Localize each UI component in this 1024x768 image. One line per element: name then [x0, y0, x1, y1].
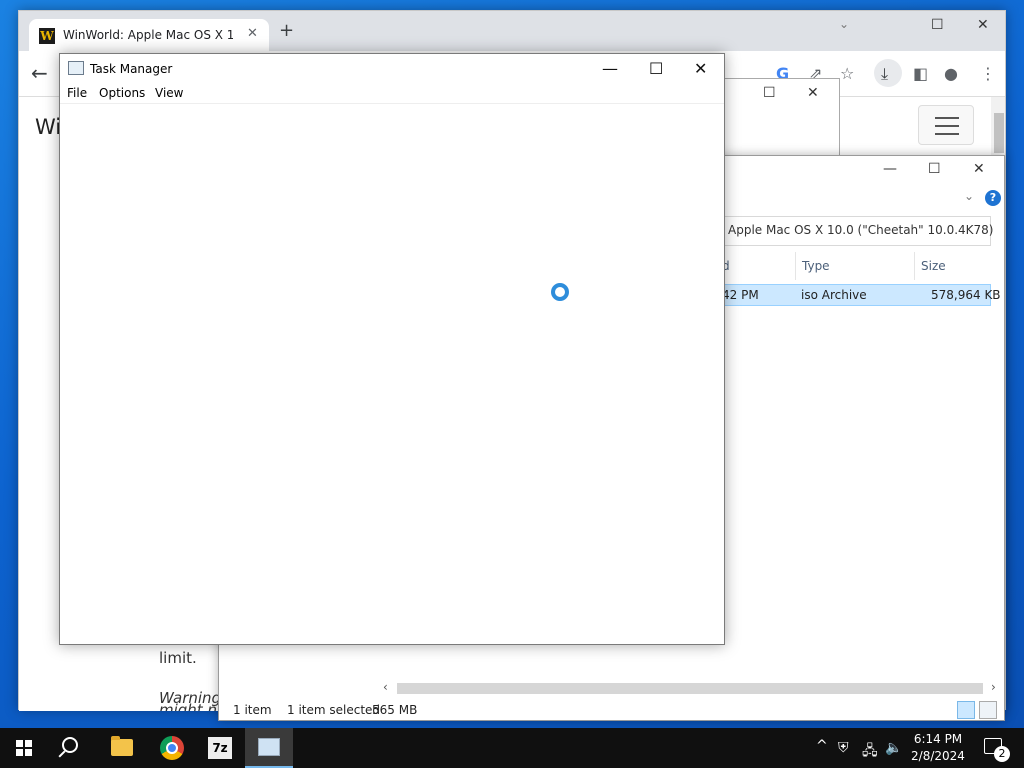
column-header-size[interactable]: Size — [921, 252, 946, 280]
dialog-maximize-button[interactable]: ☐ — [763, 85, 776, 101]
chrome-icon — [160, 736, 184, 760]
loading-spinner-icon — [551, 283, 569, 301]
maximize-button[interactable]: ☐ — [649, 59, 663, 78]
clock-time: 6:14 PM — [913, 732, 963, 746]
hamburger-menu-button[interactable] — [918, 105, 974, 145]
taskbar: 7z ^ ⛨ 🖧 🔈 6:14 PM 2/8/2024 2 — [0, 728, 1024, 768]
file-size-cell: 578,964 KB — [931, 288, 1001, 302]
selected-size: 565 MB — [372, 703, 418, 717]
tab-search-icon[interactable]: ⌄ — [839, 17, 849, 31]
winworld-favicon-icon: W — [39, 28, 55, 44]
help-icon[interactable]: ? — [985, 190, 1001, 206]
column-header-type[interactable]: Type — [802, 252, 830, 280]
back-arrow-icon[interactable]: ← — [31, 61, 48, 85]
clock-date: 2/8/2024 — [911, 749, 965, 763]
horizontal-scrollbar[interactable]: ‹ › — [379, 680, 1001, 696]
explorer-maximize-button[interactable]: ☐ — [928, 161, 941, 177]
more-icon[interactable]: ⋮ — [980, 64, 996, 83]
scroll-left-icon[interactable]: ‹ — [383, 680, 388, 694]
search-icon — [62, 737, 78, 753]
file-type-cell: iso Archive — [801, 288, 867, 302]
tray-overflow-chevron-icon[interactable]: ^ — [816, 738, 828, 754]
page-scroll-thumb[interactable] — [994, 113, 1004, 153]
file-explorer-icon — [111, 736, 133, 756]
close-button[interactable]: ✕ — [694, 59, 707, 78]
status-bar: 1 item 1 item selected 565 MB — [219, 699, 1004, 721]
address-path-text: Apple Mac OS X 10.0 ("Cheetah" 10.0.4K78… — [728, 223, 994, 237]
menu-file[interactable]: File — [67, 86, 87, 100]
task-manager-title: Task Manager — [90, 62, 173, 76]
windows-start-icon — [16, 740, 32, 756]
chrome-maximize-button[interactable]: ☐ — [931, 17, 944, 33]
tab-title: WinWorld: Apple Mac OS X 10.0 — [63, 28, 233, 42]
ribbon-expand-icon[interactable]: ⌄ — [964, 189, 974, 203]
chrome-close-button[interactable]: ✕ — [977, 17, 989, 33]
system-clock[interactable]: 6:14 PM 2/8/2024 — [900, 731, 976, 765]
scroll-thumb[interactable] — [397, 683, 983, 694]
security-tray-icon[interactable]: ⛨ — [838, 740, 849, 756]
large-icons-view-icon[interactable] — [979, 701, 997, 719]
selected-count: 1 item selected — [287, 703, 381, 717]
page-heading: Wi — [35, 115, 62, 139]
new-tab-button[interactable]: + — [279, 22, 294, 40]
star-icon[interactable]: ☆ — [840, 64, 854, 83]
task-manager-titlebar[interactable]: Task Manager — ☐ ✕ — [60, 54, 724, 84]
explorer-minimize-button[interactable]: — — [883, 161, 897, 177]
profile-icon[interactable]: ● — [944, 64, 958, 83]
column-separator[interactable] — [795, 252, 796, 280]
7zip-icon: 7z — [208, 737, 232, 759]
dialog-close-button[interactable]: ✕ — [807, 85, 819, 101]
tab-close-icon[interactable]: ✕ — [247, 26, 258, 41]
download-icon: ⤓ — [881, 64, 889, 83]
details-view-icon[interactable] — [957, 701, 975, 719]
side-panel-icon[interactable]: ◧ — [913, 64, 928, 83]
network-icon[interactable]: 🖧 — [862, 740, 878, 764]
chrome-taskbar-button[interactable] — [148, 728, 196, 768]
search-button[interactable] — [48, 728, 96, 768]
tab-strip: W WinWorld: Apple Mac OS X 10.0 ✕ + ⌄ ☐ … — [19, 11, 1005, 51]
task-manager-taskbar-button[interactable] — [245, 728, 293, 768]
item-count: 1 item — [233, 703, 272, 717]
task-manager-window: Task Manager — ☐ ✕ File Options View — [59, 53, 725, 645]
scroll-right-icon[interactable]: › — [991, 680, 996, 694]
minimize-button[interactable]: — — [602, 59, 618, 78]
page-text-fragment-2: might n — [159, 701, 217, 711]
start-button[interactable] — [0, 728, 48, 768]
explorer-close-button[interactable]: ✕ — [973, 161, 985, 177]
page-text-fragment: limit. — [159, 649, 197, 667]
file-date-cell: 42 PM — [722, 288, 759, 302]
file-explorer-taskbar-button[interactable] — [98, 728, 146, 768]
column-separator[interactable] — [914, 252, 915, 280]
browser-tab[interactable]: W WinWorld: Apple Mac OS X 10.0 ✕ — [29, 19, 269, 51]
7zip-taskbar-button[interactable]: 7z — [196, 728, 244, 768]
notification-count-badge: 2 — [994, 746, 1010, 762]
task-manager-icon — [68, 61, 84, 75]
menu-view[interactable]: View — [155, 86, 183, 100]
menu-bar: File Options View — [60, 84, 724, 104]
task-manager-app-icon — [258, 738, 280, 756]
menu-options[interactable]: Options — [99, 86, 145, 100]
